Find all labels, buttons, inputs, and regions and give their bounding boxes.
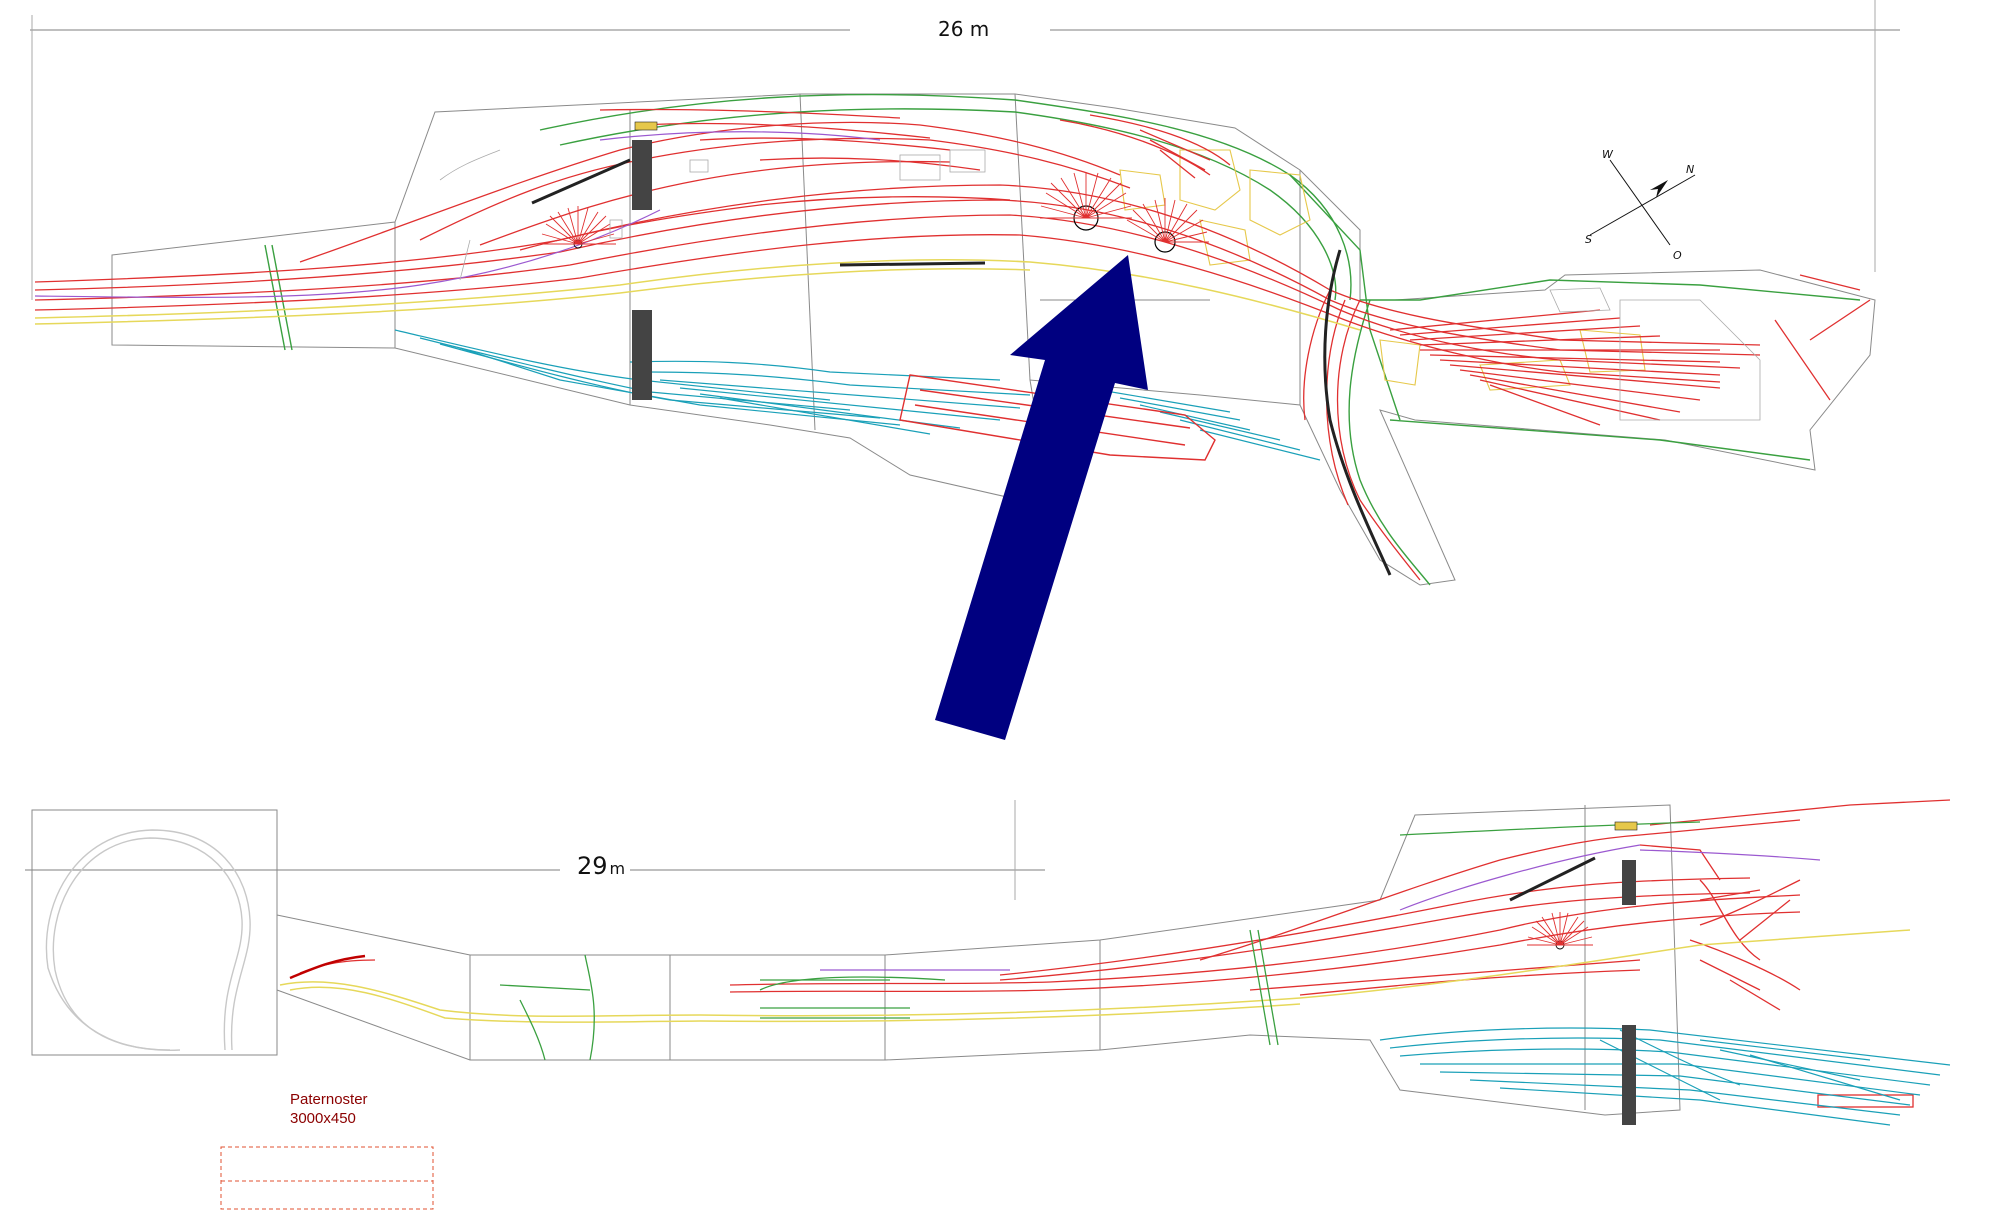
paternoster-label: Paternoster 3000x450 xyxy=(290,1090,368,1128)
paternoster-box xyxy=(220,1146,434,1210)
compass-east-label: O xyxy=(1673,249,1682,262)
paternoster-title: Paternoster xyxy=(290,1091,368,1108)
top-length-label: 26 m xyxy=(938,17,989,41)
top-main-tracks xyxy=(34,108,1871,581)
bottom-layout-outline xyxy=(31,804,1681,1116)
bottom-main-tracks xyxy=(299,799,1951,1108)
track-plan-diagram: 26 m W N S O 29 m xyxy=(25,0,1951,1210)
compass-west-label: W xyxy=(1602,148,1614,161)
compass-north-label: N xyxy=(1686,163,1694,176)
bottom-length-label: 29 m xyxy=(577,852,625,880)
top-through-tracks xyxy=(34,259,1361,331)
bottom-turntable xyxy=(1527,912,1593,950)
bottom-aux-tracks xyxy=(820,844,1821,971)
top-layout-outline xyxy=(111,93,1876,586)
bottom-length-value: 29 xyxy=(577,852,608,880)
bottom-lead-track xyxy=(289,954,366,980)
pointer-arrow xyxy=(935,255,1148,740)
helix-loop xyxy=(45,829,251,1051)
bottom-yard-tracks xyxy=(1379,1027,1951,1126)
compass-south-label: S xyxy=(1585,233,1592,246)
bottom-dimension: 29 m xyxy=(25,800,1045,900)
top-building-blocks xyxy=(1119,149,1646,391)
bottom-length-unit: m xyxy=(610,859,626,878)
top-dark-details xyxy=(531,158,1392,576)
paternoster-size: 3000x450 xyxy=(290,1110,356,1127)
top-crossing-blocks xyxy=(632,121,658,400)
top-yard-tracks xyxy=(394,329,1321,461)
compass-rose: W N S O xyxy=(1585,148,1696,262)
top-aux-tracks xyxy=(34,131,881,298)
